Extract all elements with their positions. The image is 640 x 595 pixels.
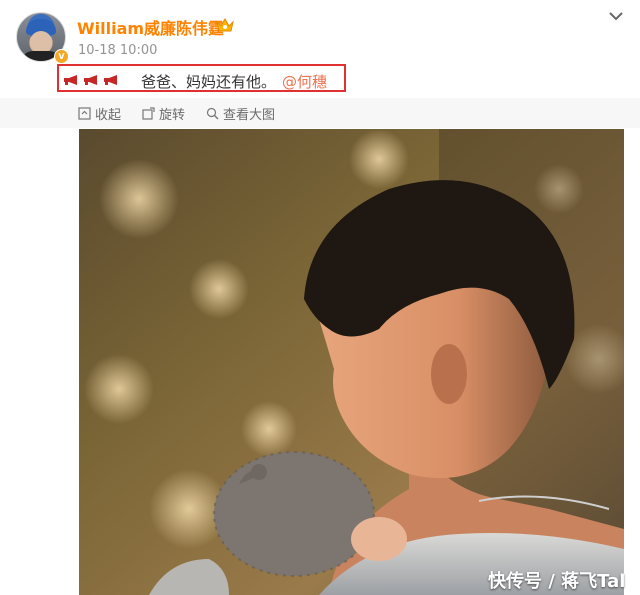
post-photo-illustration <box>79 129 624 595</box>
image-actions-bar: 收起 旋转 查看大图 <box>0 98 640 128</box>
username[interactable]: William威廉陈伟霆 <box>77 15 224 39</box>
highlighted-post-text: 爸爸、妈妈还有他。 @何穗 <box>57 64 346 92</box>
view-large-button[interactable]: 查看大图 <box>206 104 275 123</box>
megaphone-icon <box>104 75 117 85</box>
rotate-label: 旋转 <box>159 108 186 123</box>
watermark: 快传号 / 蒋飞Tal <box>488 571 626 592</box>
avatar-face <box>30 31 52 53</box>
view-large-label: 查看大图 <box>223 108 276 123</box>
chevron-down-icon[interactable] <box>608 10 624 22</box>
post-photo[interactable] <box>79 129 624 595</box>
megaphone-icon <box>64 75 77 85</box>
rotate-button[interactable]: 旋转 <box>142 104 185 123</box>
mention-link[interactable]: @何穗 <box>282 73 327 91</box>
verified-icon: V <box>54 49 69 64</box>
rotate-icon <box>142 107 155 120</box>
crown-vip-icon <box>216 17 234 32</box>
post-header: V William威廉陈伟霆 10-18 10:00 爸爸、妈妈还有他。 @何穗 <box>0 0 640 100</box>
collapse-icon <box>78 107 91 120</box>
magnify-icon <box>206 107 219 120</box>
megaphone-icon <box>84 75 97 85</box>
post-timestamp[interactable]: 10-18 10:00 <box>78 43 157 58</box>
collapse-label: 收起 <box>95 108 122 123</box>
post-text-body: 爸爸、妈妈还有他。 <box>141 73 277 91</box>
collapse-button[interactable]: 收起 <box>78 104 121 123</box>
post-text: 爸爸、妈妈还有他。 @何穗 <box>141 71 327 92</box>
